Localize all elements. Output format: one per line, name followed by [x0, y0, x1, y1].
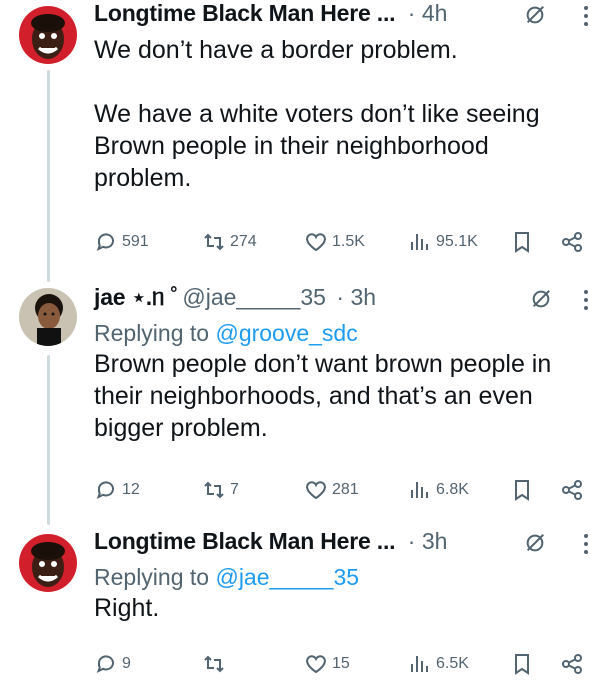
replying-label: Replying to [94, 320, 210, 346]
reply-count: 9 [122, 655, 131, 672]
views-icon [411, 482, 428, 498]
author-handle[interactable]: @jae_____35 [182, 284, 326, 310]
views-icon [411, 656, 428, 672]
like-count: 281 [332, 481, 359, 498]
post-text: Brown people don’t want brown people in … [94, 350, 552, 442]
avatar[interactable] [19, 288, 77, 346]
post-2[interactable]: jae ⋆.ᥒ ˚ @jae_____35 · 3h Replying to @… [0, 284, 603, 514]
grok-icon[interactable] [524, 532, 546, 554]
views-count: 6.8K [436, 481, 469, 498]
bookmark-button[interactable] [510, 476, 534, 504]
views-icon [411, 234, 428, 250]
grok-icon[interactable] [524, 4, 546, 26]
bookmark-button[interactable] [510, 650, 534, 678]
post-1[interactable]: Longtime Black Man Here ... · 4h We don’… [0, 0, 603, 270]
share-button[interactable] [560, 476, 584, 504]
reply-icon [96, 655, 114, 673]
repost-button[interactable] [202, 650, 230, 678]
more-icon[interactable] [583, 532, 589, 556]
author-name[interactable]: jae ⋆.ᥒ ˚ [94, 284, 178, 310]
reply-button[interactable]: 591 [94, 228, 149, 256]
share-button[interactable] [560, 650, 584, 678]
post-text: We don’t have a border problem. We have … [94, 36, 540, 192]
bookmark-icon [515, 654, 529, 675]
share-icon [562, 654, 582, 674]
replying-handle-link[interactable]: @groove_sdc [215, 320, 357, 346]
share-icon [562, 232, 582, 252]
like-icon [306, 233, 326, 252]
reply-icon [96, 233, 114, 251]
replying-to: Replying to @groove_sdc [94, 318, 603, 348]
repost-count: 274 [230, 233, 257, 250]
grok-icon[interactable] [530, 288, 552, 310]
post-time[interactable]: · 4h [408, 0, 448, 26]
more-icon[interactable] [583, 4, 589, 28]
views-button[interactable]: 95.1K [408, 228, 478, 256]
reply-count: 591 [122, 233, 149, 250]
bookmark-icon [515, 480, 529, 501]
views-button[interactable]: 6.8K [408, 476, 469, 504]
author-name[interactable]: Longtime Black Man Here ... [94, 0, 396, 26]
repost-button[interactable]: 274 [202, 228, 257, 256]
repost-count: 7 [230, 481, 239, 498]
avatar[interactable] [19, 6, 77, 64]
repost-icon [204, 655, 224, 673]
views-count: 95.1K [436, 233, 478, 250]
like-icon [306, 481, 326, 500]
replying-label: Replying to [94, 564, 210, 590]
post-time[interactable]: · 3h [408, 528, 448, 554]
like-button[interactable]: 1.5K [304, 228, 365, 256]
like-button[interactable]: 15 [304, 650, 350, 678]
bookmark-button[interactable] [510, 228, 534, 256]
repost-icon [204, 233, 224, 251]
like-count: 15 [332, 655, 350, 672]
bookmark-icon [515, 232, 529, 253]
more-icon[interactable] [583, 288, 589, 312]
replying-handle-link[interactable]: @jae_____35 [215, 564, 359, 590]
reply-icon [96, 481, 114, 499]
replying-to: Replying to @jae_____35 [94, 562, 603, 592]
like-count: 1.5K [332, 233, 365, 250]
post-3[interactable]: Longtime Black Man Here ... · 3h Replyin… [0, 528, 603, 680]
views-count: 6.5K [436, 655, 469, 672]
reply-button[interactable]: 9 [94, 650, 131, 678]
share-icon [562, 480, 582, 500]
share-button[interactable] [560, 228, 584, 256]
repost-icon [204, 481, 224, 499]
avatar[interactable] [19, 534, 77, 592]
views-button[interactable]: 6.5K [408, 650, 469, 678]
reply-count: 12 [122, 481, 140, 498]
repost-button[interactable]: 7 [202, 476, 239, 504]
post-text: Right. [94, 594, 160, 622]
author-name[interactable]: Longtime Black Man Here ... [94, 528, 396, 554]
like-icon [306, 655, 326, 674]
like-button[interactable]: 281 [304, 476, 359, 504]
reply-button[interactable]: 12 [94, 476, 140, 504]
post-time[interactable]: · 3h [336, 284, 376, 310]
